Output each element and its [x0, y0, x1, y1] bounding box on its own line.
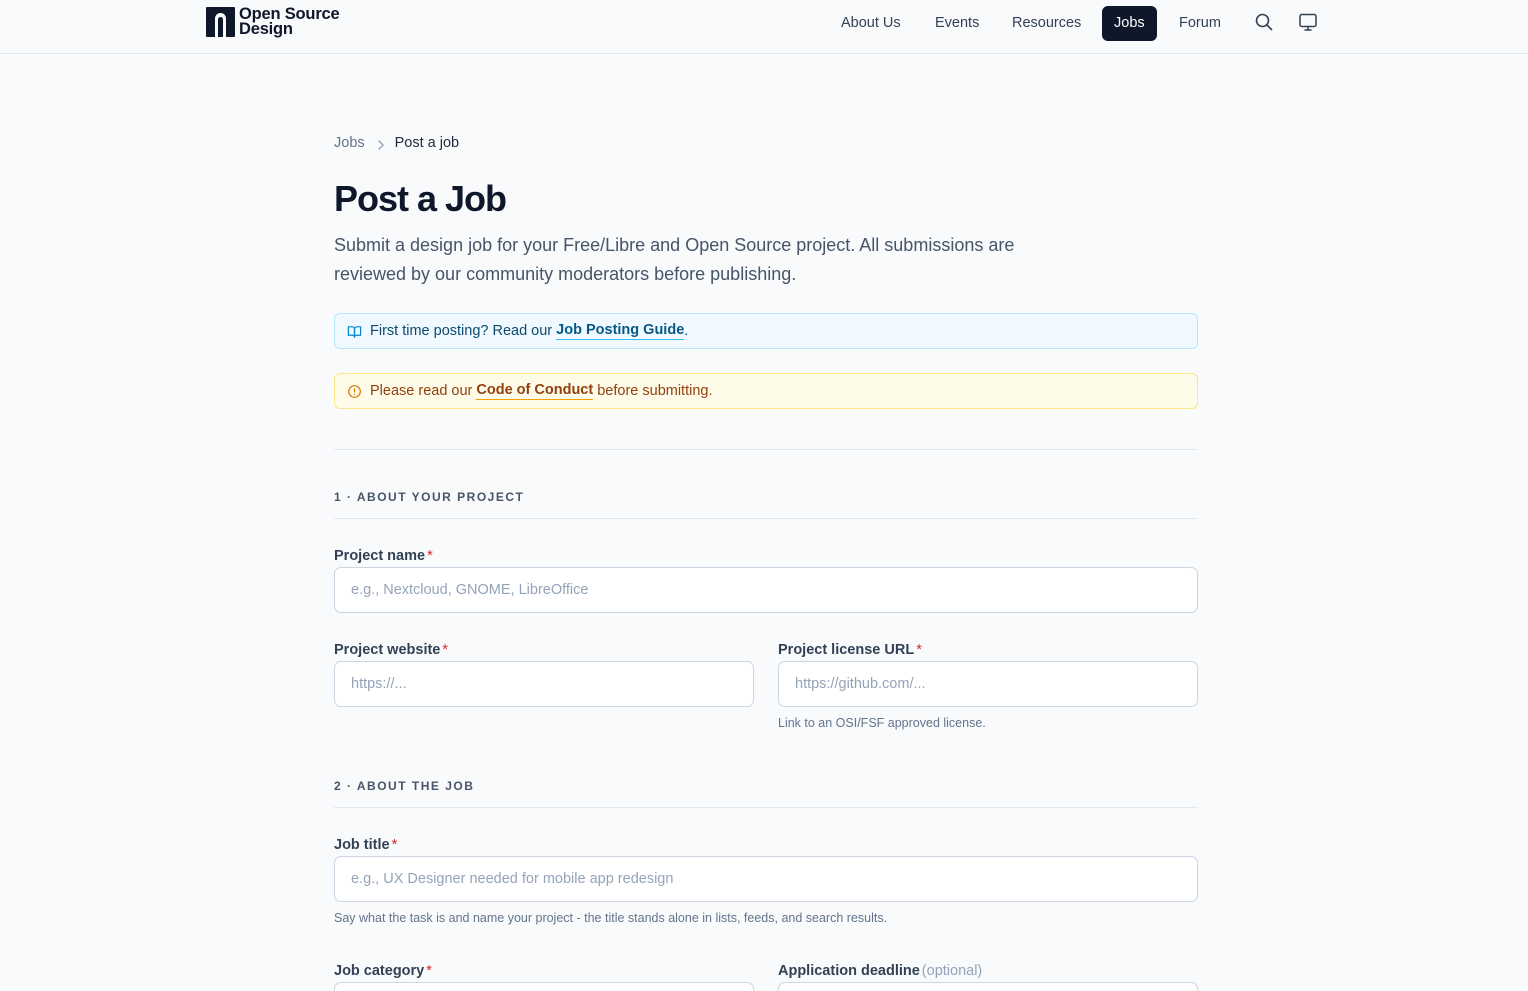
divider	[334, 449, 1198, 450]
required-marker: *	[427, 548, 433, 564]
deadline-label-text: Application deadline	[778, 963, 920, 979]
project-name-label-text: Project name	[334, 548, 426, 564]
required-marker: *	[391, 837, 398, 853]
job-category-select[interactable]	[334, 982, 754, 991]
nav-about-us[interactable]: About Us	[829, 6, 913, 41]
site-logo[interactable]: Open Source Design	[206, 6, 340, 38]
search-icon[interactable]	[1254, 12, 1274, 32]
nav-resources[interactable]: Resources	[1000, 6, 1093, 41]
nav-events[interactable]: Events	[923, 6, 991, 41]
job-title-label: Job title *	[334, 837, 397, 853]
project-name-label: Project name *	[334, 548, 433, 564]
posting-guide-notice: First time posting? Read our Job Posting…	[334, 313, 1198, 349]
breadcrumb-jobs-link[interactable]: Jobs	[334, 135, 365, 151]
notice-warn-suffix: before submitting.	[593, 383, 713, 399]
nav-jobs[interactable]: Jobs	[1102, 6, 1157, 41]
logo-mark-icon	[206, 7, 235, 37]
code-of-conduct-notice: Please read our Code of Conduct before s…	[334, 373, 1198, 409]
project-license-label-text: Project license URL	[778, 642, 915, 658]
deadline-label: Application deadline (optional)	[778, 963, 982, 979]
job-category-label-text: Job category	[334, 963, 425, 979]
job-title-input[interactable]	[334, 856, 1198, 902]
section-divider	[334, 518, 1198, 519]
logo-line-2: Design	[239, 20, 293, 38]
job-title-label-text: Job title	[334, 837, 390, 853]
section-title-project: 1 · ABOUT YOUR PROJECT	[334, 490, 525, 504]
required-marker: *	[426, 963, 432, 979]
section-title-job: 2 · ABOUT THE JOB	[334, 779, 475, 793]
job-title-help: Say what the task is and name your proje…	[334, 911, 888, 925]
project-website-input[interactable]	[334, 661, 754, 707]
project-name-input[interactable]	[334, 567, 1198, 613]
site-header: Open Source Design About Us Events Resou…	[0, 0, 1528, 54]
required-marker: *	[442, 642, 449, 658]
code-of-conduct-link[interactable]: Code of Conduct	[476, 382, 594, 400]
section-divider	[334, 807, 1198, 808]
project-license-help: Link to an OSI/FSF approved license.	[778, 716, 986, 730]
project-license-input[interactable]	[778, 661, 1198, 707]
required-marker: *	[916, 642, 922, 658]
monitor-icon[interactable]	[1298, 12, 1318, 32]
notice-info-suffix: .	[684, 323, 689, 339]
nav-forum[interactable]: Forum	[1167, 6, 1233, 41]
breadcrumb: Jobs Post a job	[334, 135, 459, 151]
project-website-label: Project website *	[334, 642, 448, 658]
deadline-input[interactable]	[778, 982, 1198, 991]
book-open-icon	[347, 324, 362, 339]
page-title: Post a Job	[334, 178, 507, 219]
project-license-label: Project license URL *	[778, 642, 922, 658]
alert-circle-icon	[347, 384, 362, 399]
job-category-label: Job category *	[334, 963, 432, 979]
notice-warn-prefix: Please read our	[370, 383, 477, 399]
job-posting-guide-link[interactable]: Job Posting Guide	[556, 322, 685, 340]
notice-info-prefix: First time posting? Read our	[370, 323, 557, 339]
project-website-label-text: Project website	[334, 642, 441, 658]
logo-text: Open Source Design	[239, 6, 340, 38]
chevron-right-icon	[376, 138, 386, 150]
page-subtitle: Submit a design job for your Free/Libre …	[334, 235, 1015, 284]
breadcrumb-current: Post a job	[394, 135, 460, 151]
optional-marker: (optional)	[921, 963, 983, 979]
